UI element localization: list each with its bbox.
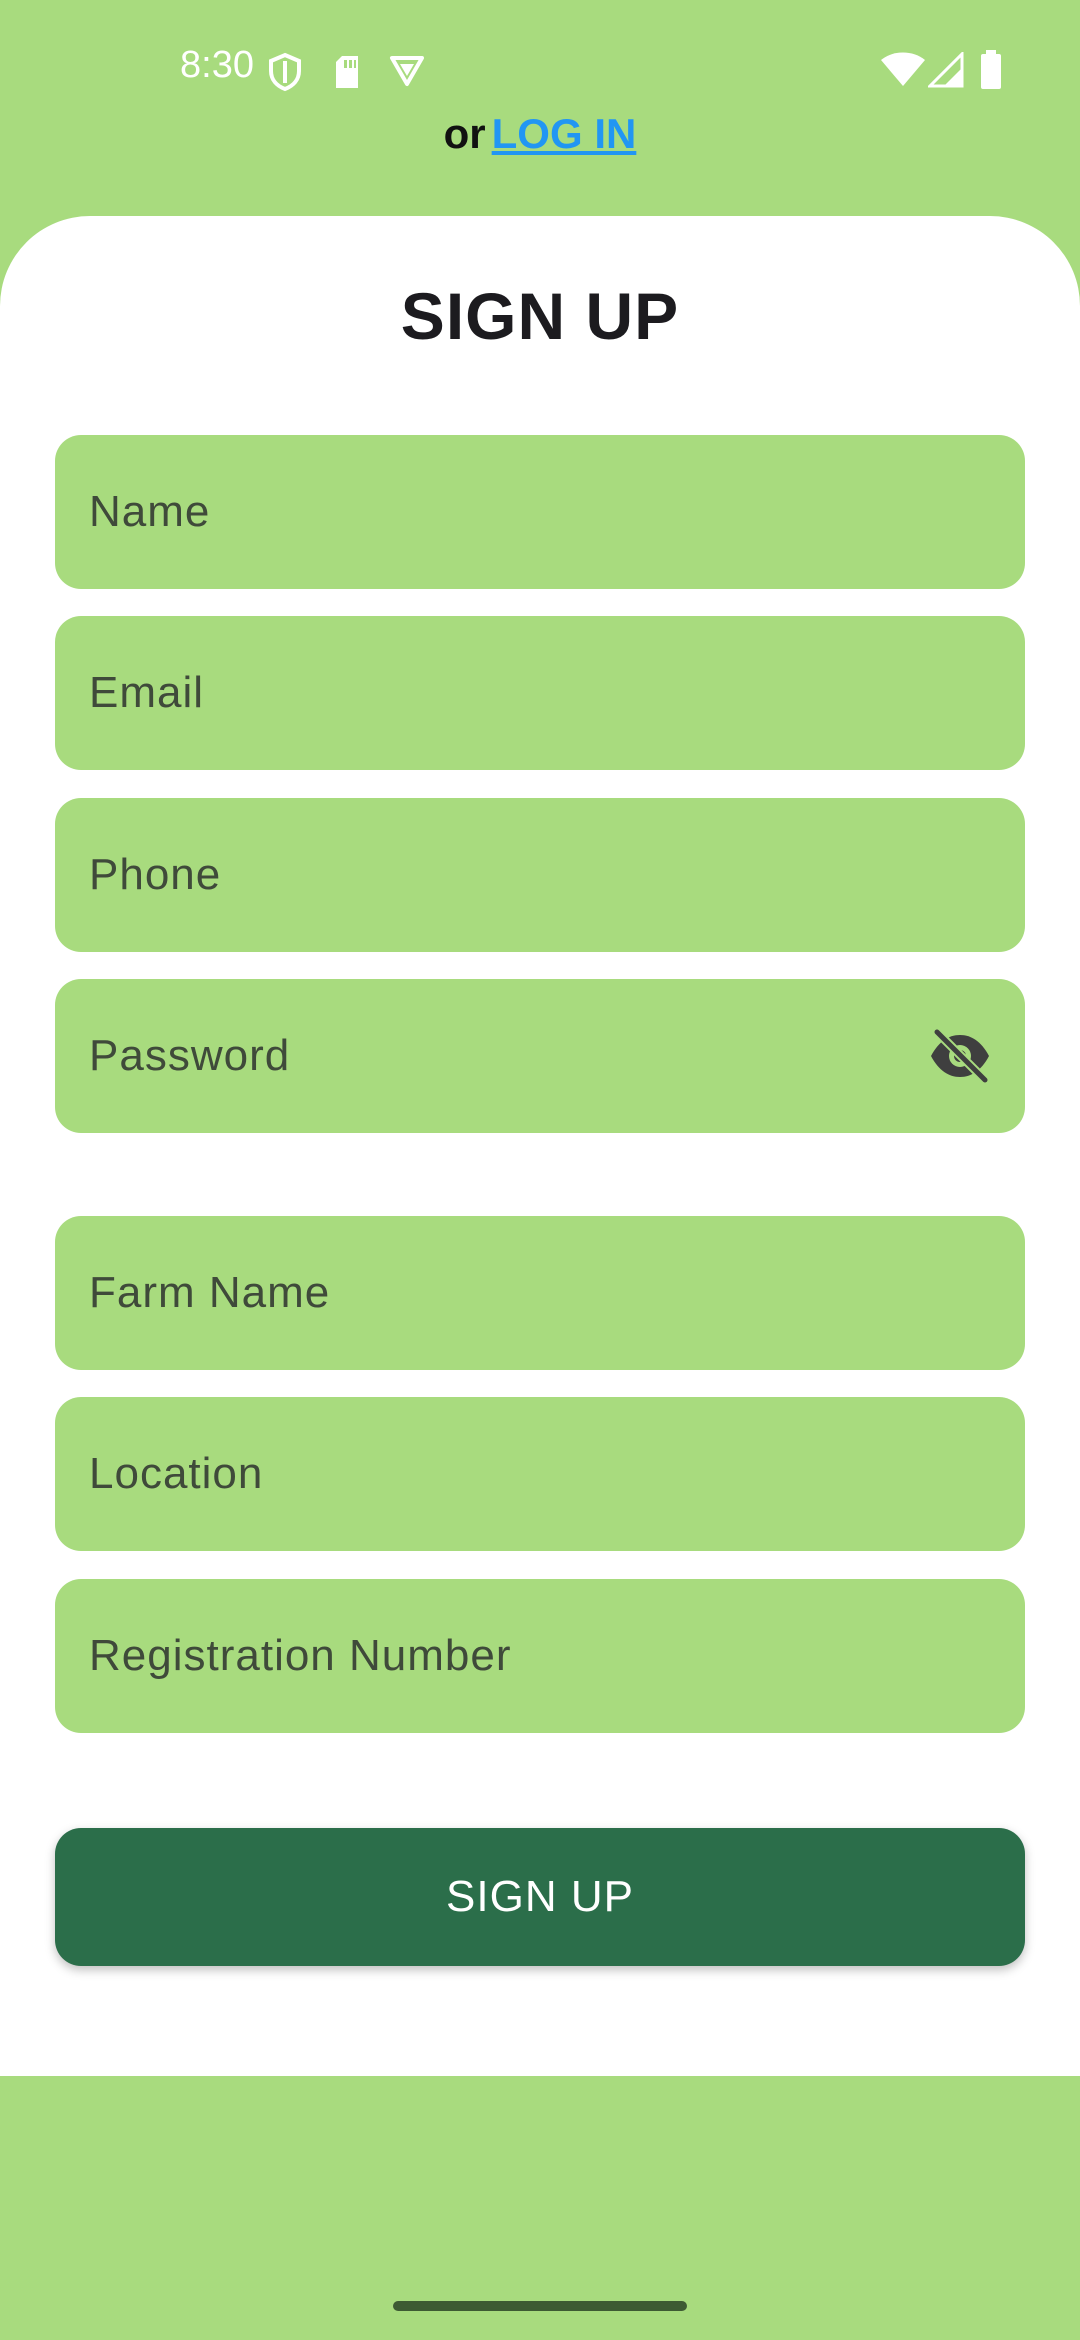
signup-button-label: SIGN UP (446, 1872, 634, 1921)
status-bar: 8:30 (0, 0, 1080, 110)
name-field[interactable]: Name (55, 435, 1025, 589)
farm-name-field[interactable]: Farm Name (55, 1216, 1025, 1370)
name-field-label: Name (89, 487, 211, 536)
login-prompt: or LOG IN (0, 110, 1080, 158)
location-field-label: Location (89, 1449, 264, 1498)
vpn-badge-icon (390, 56, 424, 86)
location-field[interactable]: Location (55, 1397, 1025, 1551)
wifi-icon (881, 52, 925, 86)
sd-card-icon (336, 56, 358, 88)
signup-button[interactable]: SIGN UP (55, 1828, 1025, 1966)
phone-field-label: Phone (89, 850, 222, 899)
shield-icon (269, 52, 301, 92)
home-indicator[interactable] (393, 2301, 687, 2311)
farm-name-field-label: Farm Name (89, 1268, 331, 1317)
page-title: SIGN UP (400, 279, 680, 353)
login-link[interactable]: LOG IN (492, 110, 637, 157)
login-prefix: or (443, 110, 486, 157)
signal-icon (928, 52, 964, 88)
phone-field[interactable]: Phone (55, 798, 1025, 952)
email-field[interactable]: Email (55, 616, 1025, 770)
status-time: 8:30 (180, 44, 254, 86)
signup-screen: 8:30 or LOG IN SIGN UP Name Email Phone … (0, 0, 1080, 2340)
registration-number-field[interactable]: Registration Number (55, 1579, 1025, 1733)
email-field-label: Email (89, 668, 205, 717)
battery-icon (981, 50, 1001, 89)
password-field[interactable]: Password (55, 979, 1025, 1133)
visibility-off-icon[interactable] (929, 1029, 991, 1083)
registration-number-field-label: Registration Number (89, 1631, 512, 1680)
password-field-label: Password (89, 1031, 291, 1080)
